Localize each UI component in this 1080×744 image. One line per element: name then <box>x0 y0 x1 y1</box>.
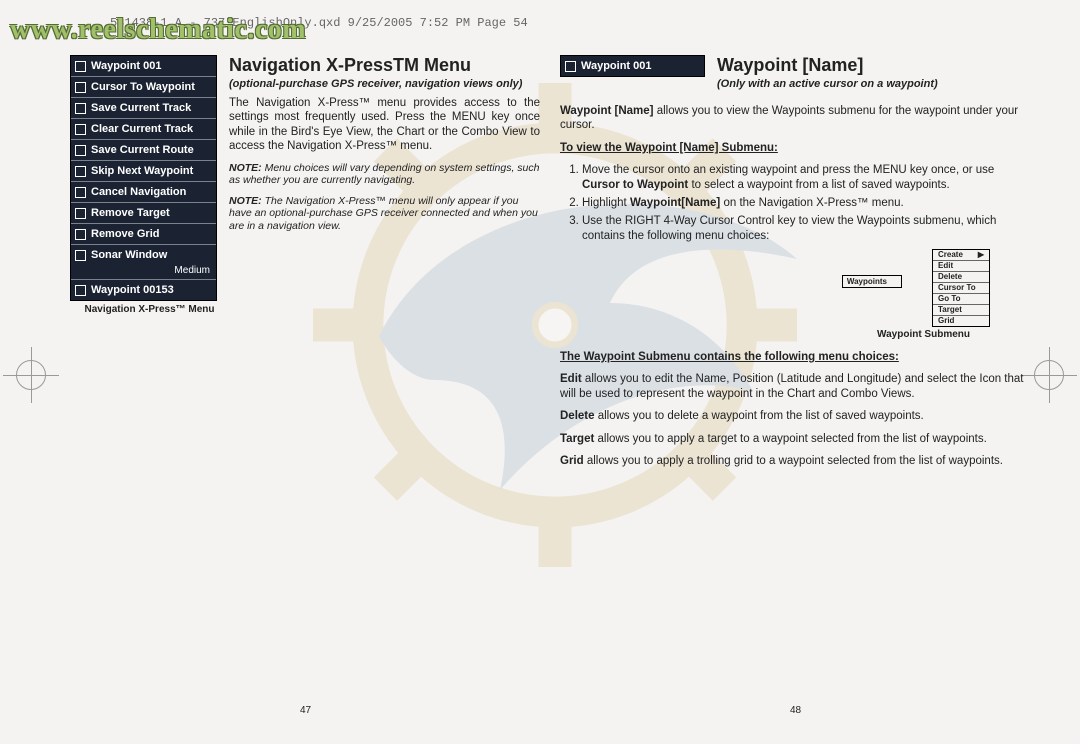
cursor-icon <box>75 82 86 93</box>
body-paragraph: The Navigation X-Press™ menu provides ac… <box>229 96 540 154</box>
waypoint-icon <box>565 61 576 72</box>
submenu-item: Grid <box>933 316 989 326</box>
term: Grid <box>560 455 584 467</box>
text: Move the cursor onto an existing waypoin… <box>582 164 994 176</box>
term: Edit <box>560 373 582 385</box>
nav-xpress-menu-caption: Navigation X-Press™ Menu <box>70 304 229 315</box>
sonar-icon <box>75 250 86 261</box>
definition: Target allows you to apply a target to a… <box>560 432 1030 446</box>
section-heading: To view the Waypoint [Name] Submenu: <box>560 141 1030 155</box>
section-heading: The Waypoint Submenu contains the follow… <box>560 350 1030 364</box>
term: Delete <box>560 410 595 422</box>
waypoint-icon <box>75 61 86 72</box>
note-text: The Navigation X-Press™ menu will only a… <box>229 195 538 232</box>
text: Highlight <box>582 197 630 209</box>
steps-list: Move the cursor onto an existing waypoin… <box>560 163 1030 243</box>
waypoint-submenu-box: Create▶ Edit Delete Cursor To Go To Targ… <box>932 249 990 327</box>
page-title-left: Navigation X-PressTM Menu <box>229 55 540 76</box>
submenu-item: Delete <box>933 272 989 283</box>
arrow-right-icon: ▶ <box>978 251 984 259</box>
note-paragraph: NOTE: Menu choices will vary depending o… <box>229 162 540 187</box>
crop-mark-left <box>16 360 46 390</box>
page-title-right: Waypoint [Name] <box>717 55 1030 76</box>
menu-item: Sonar Window <box>71 245 216 265</box>
menu-item-label: Waypoint 00153 <box>91 284 174 296</box>
text: on the Navigation X-Press™ menu. <box>720 197 903 209</box>
waypoints-label-box: Waypoints <box>842 275 902 288</box>
remove-grid-icon <box>75 229 86 240</box>
page-number-left: 47 <box>300 705 311 716</box>
menu-item-label: Waypoint 001 <box>91 60 162 72</box>
menu-item-label: Save Current Track <box>91 102 191 114</box>
menu-item: Remove Grid <box>71 224 216 245</box>
term: Target <box>560 433 594 445</box>
note-text: Menu choices will vary depending on syst… <box>229 162 539 187</box>
save-route-icon <box>75 145 86 156</box>
clear-track-icon <box>75 124 86 135</box>
submenu-item: Target <box>933 305 989 316</box>
step: Highlight Waypoint[Name] on the Navigati… <box>582 196 1030 210</box>
term: Waypoint[Name] <box>630 197 720 209</box>
menu-item: Waypoint 001 <box>71 56 216 77</box>
menu-item-label: Cancel Navigation <box>91 186 186 198</box>
note-label: NOTE: <box>229 195 262 207</box>
crop-mark-right <box>1034 360 1064 390</box>
menu-item-label: Save Current Route <box>91 144 194 156</box>
step: Move the cursor onto an existing waypoin… <box>582 163 1030 192</box>
text: allows you to edit the Name, Position (L… <box>560 373 1024 399</box>
submenu-item: Edit <box>933 261 989 272</box>
menu-item: Waypoint 00153 <box>71 279 216 300</box>
watermark-url: www.reelschematic.com <box>10 14 306 46</box>
text: Use the RIGHT 4-Way Cursor Control key t… <box>582 215 996 241</box>
submenu-item: Cursor To <box>933 283 989 294</box>
step: Use the RIGHT 4-Way Cursor Control key t… <box>582 214 1030 243</box>
menu-item: Skip Next Waypoint <box>71 161 216 182</box>
text: allows you to apply a trolling grid to a… <box>584 455 1003 467</box>
menu-item-label: Sonar Window <box>91 249 167 261</box>
page-right: Waypoint 001 Waypoint [Name] (Only with … <box>560 55 1030 694</box>
waypoint-submenu-figure: Waypoints Create▶ Edit Delete Cursor To … <box>560 249 990 327</box>
text: allows you to delete a waypoint from the… <box>595 410 924 422</box>
waypoint-highlight-label: Waypoint 001 <box>581 60 652 72</box>
body-paragraph: Waypoint [Name] allows you to view the W… <box>560 104 1030 133</box>
page-number-right: 48 <box>790 705 801 716</box>
submenu-item: Create▶ <box>933 250 989 261</box>
submenu-item: Go To <box>933 294 989 305</box>
save-track-icon <box>75 103 86 114</box>
waypoint-highlight-box: Waypoint 001 <box>560 55 705 77</box>
text: to select a waypoint from a list of save… <box>688 179 949 191</box>
menu-item: Cancel Navigation <box>71 182 216 203</box>
term: Waypoint [Name] <box>560 105 654 117</box>
note-paragraph: NOTE: The Navigation X-Press™ menu will … <box>229 195 540 233</box>
menu-item-label: Cursor To Waypoint <box>91 81 195 93</box>
nav-xpress-menu-box: Waypoint 001 Cursor To Waypoint Save Cur… <box>70 55 217 301</box>
nav-xpress-menu-figure: Waypoint 001 Cursor To Waypoint Save Cur… <box>70 55 229 315</box>
waypoint-submenu-caption: Waypoint Submenu <box>560 329 970 340</box>
definition: Grid allows you to apply a trolling grid… <box>560 454 1030 468</box>
definition: Delete allows you to delete a waypoint f… <box>560 409 1030 423</box>
menu-item: Save Current Track <box>71 98 216 119</box>
cancel-icon <box>75 187 86 198</box>
page-subtitle-right: (Only with an active cursor on a waypoin… <box>717 78 1030 90</box>
menu-item: Remove Target <box>71 203 216 224</box>
page-left: Waypoint 001 Cursor To Waypoint Save Cur… <box>70 55 540 694</box>
menu-item-sub: Medium <box>71 265 216 279</box>
menu-item-label: Remove Grid <box>91 228 159 240</box>
definition: Edit allows you to edit the Name, Positi… <box>560 372 1030 401</box>
text: allows you to apply a target to a waypoi… <box>594 433 986 445</box>
menu-item: Clear Current Track <box>71 119 216 140</box>
menu-item-label: Skip Next Waypoint <box>91 165 193 177</box>
term: Cursor to Waypoint <box>582 179 688 191</box>
skip-icon <box>75 166 86 177</box>
remove-target-icon <box>75 208 86 219</box>
menu-item-label: Remove Target <box>91 207 170 219</box>
waypoint-icon <box>75 285 86 296</box>
menu-item: Save Current Route <box>71 140 216 161</box>
note-label: NOTE: <box>229 162 262 174</box>
page-subtitle-left: (optional-purchase GPS receiver, navigat… <box>229 78 540 90</box>
menu-item: Cursor To Waypoint <box>71 77 216 98</box>
menu-item-label: Clear Current Track <box>91 123 193 135</box>
